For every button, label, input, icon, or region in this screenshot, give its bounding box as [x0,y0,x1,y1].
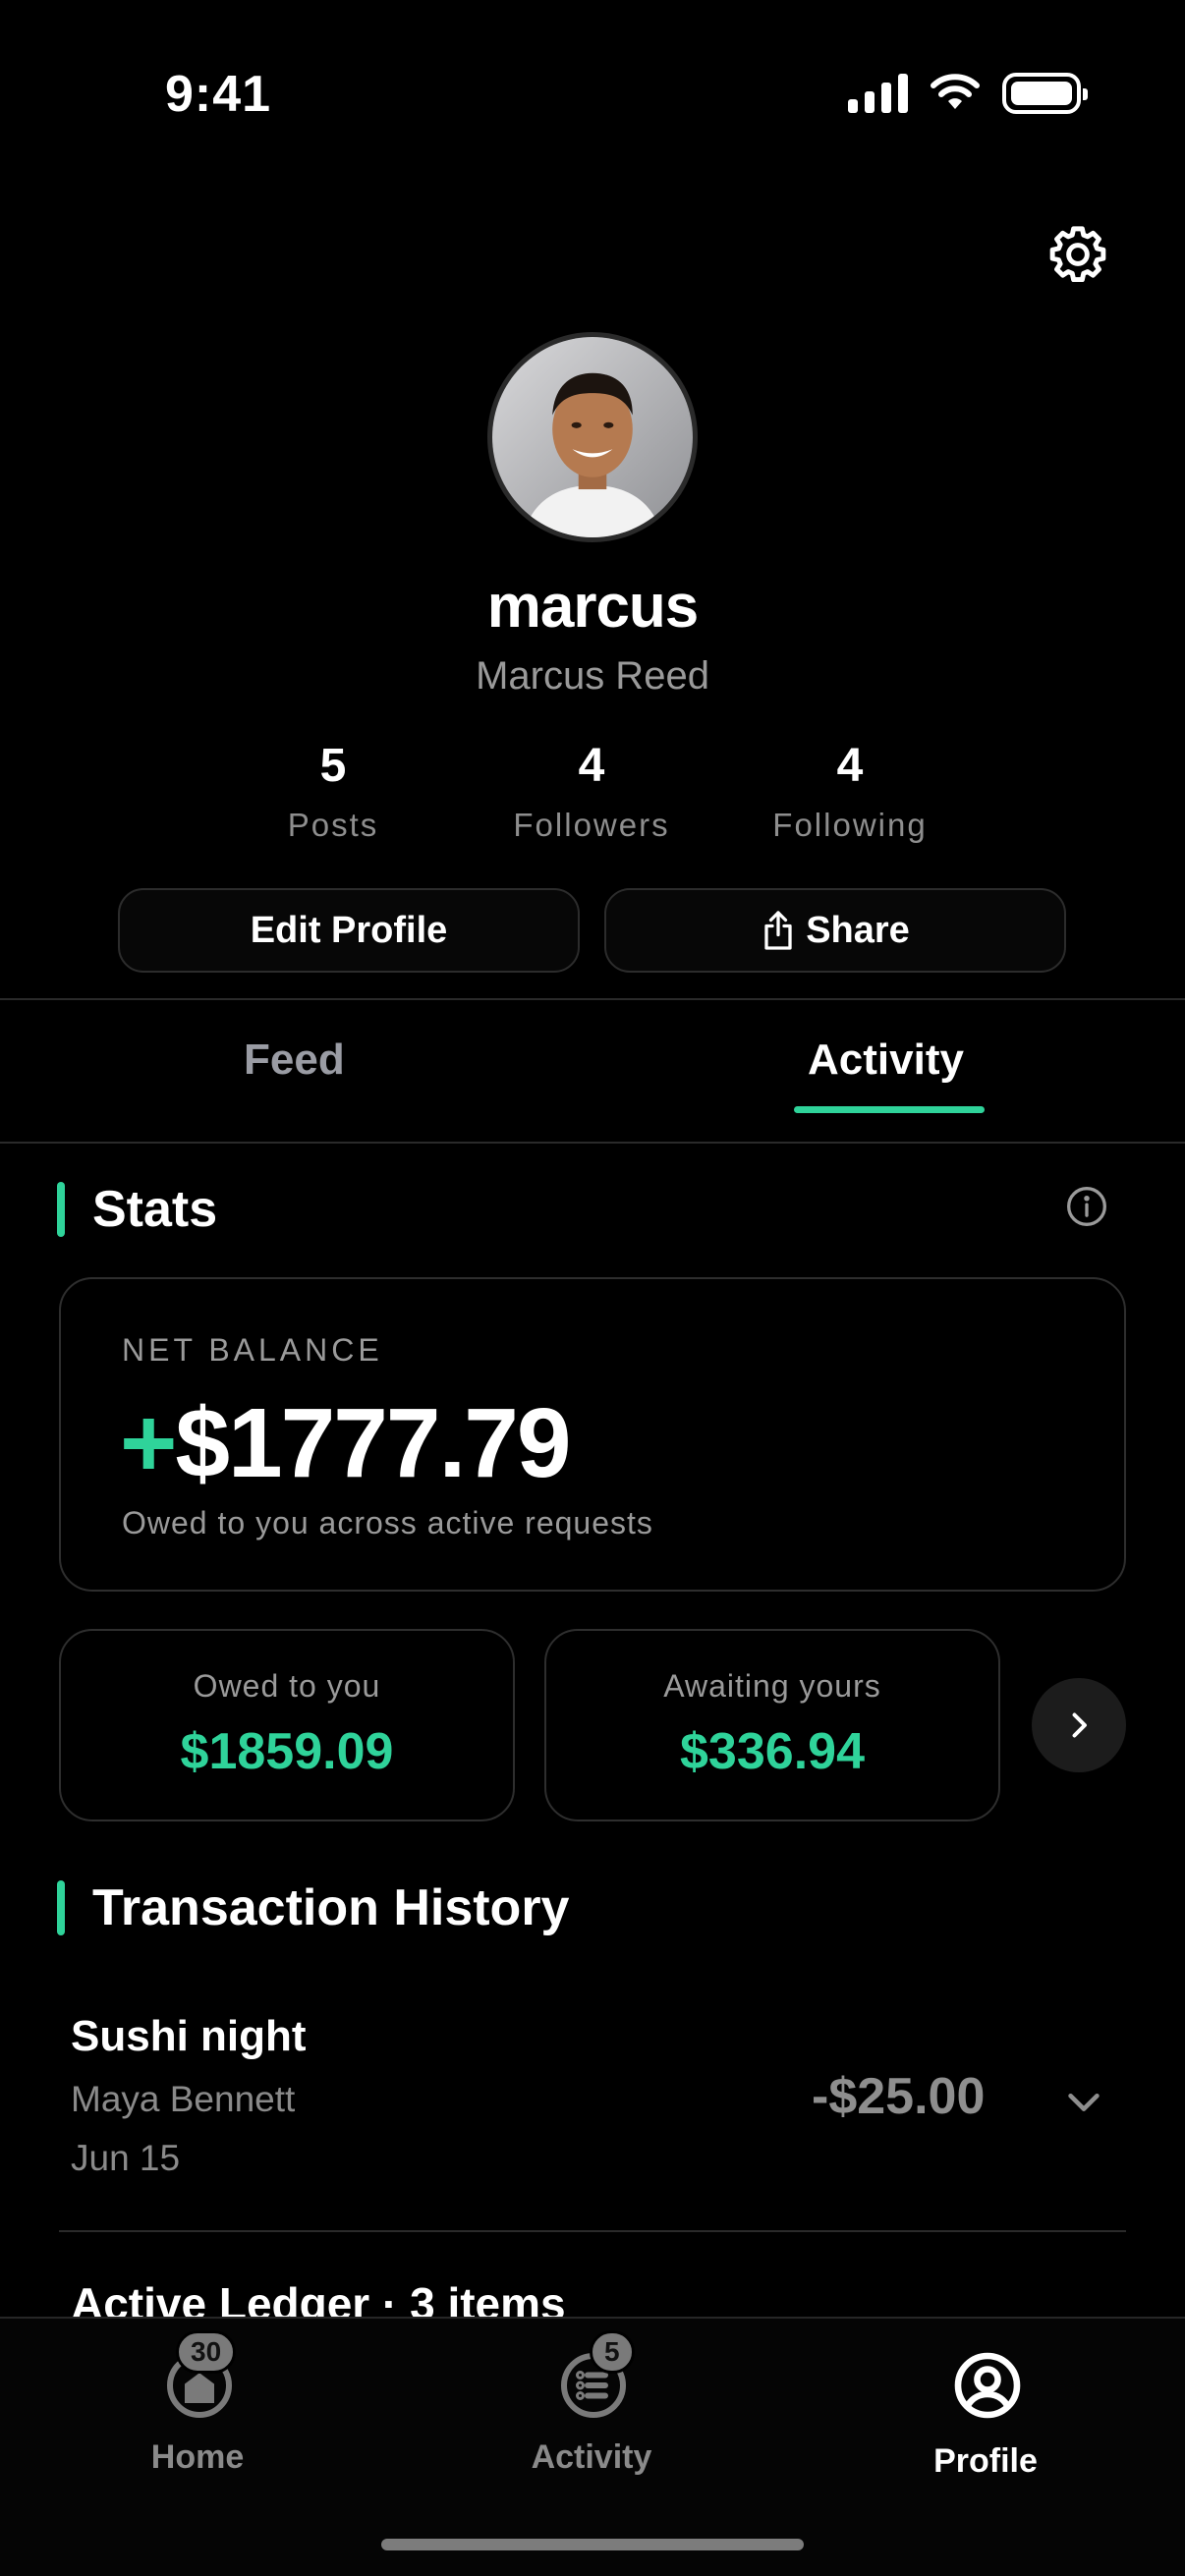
tabbar-home[interactable]: 30 Home [50,2319,345,2515]
tab-activity[interactable]: Activity [808,1036,964,1085]
profile-full-name: Marcus Reed [476,654,709,698]
tabbar-activity[interactable]: 5 Activity [444,2319,739,2515]
profile-icon [954,2352,1021,2419]
stat-followers-label: Followers [513,807,670,843]
stats-title: Stats [92,1181,218,1238]
battery-icon [1002,73,1088,114]
settings-gear-icon[interactable] [1045,222,1110,287]
net-balance-value: $1777.79 [175,1388,571,1498]
share-button[interactable]: Share [604,888,1066,973]
stat-posts-value: 5 [319,740,347,792]
section-accent-bar [57,1182,65,1237]
net-balance-amount: +$1777.79 [120,1387,572,1500]
share-label: Share [806,909,910,951]
stat-following-label: Following [772,807,928,843]
avatar[interactable] [487,332,698,542]
awaiting-yours-card[interactable]: Awaiting yours $336.94 [544,1629,1000,1821]
transaction-person: Maya Bennett [71,2079,296,2119]
stat-followers-value: 4 [578,740,605,792]
stat-following-value: 4 [836,740,864,792]
share-icon [764,911,792,950]
avatar-photo [492,337,693,537]
tabbar-profile-label: Profile [933,2442,1038,2480]
transaction-date: Jun 15 [71,2138,181,2178]
wifi-icon [931,74,980,109]
net-balance-label: NET BALANCE [122,1332,383,1368]
stat-posts-label: Posts [287,807,379,843]
owed-to-you-card[interactable]: Owed to you $1859.09 [59,1629,515,1821]
transaction-title: Sushi night [71,2012,307,2060]
net-balance-sign: + [120,1388,177,1498]
chevron-down-icon[interactable] [1061,2079,1106,2124]
divider-top [0,998,1185,1000]
tabbar-profile[interactable]: Profile [838,2319,1133,2515]
awaiting-yours-value: $336.94 [680,1723,865,1780]
history-title: Transaction History [92,1879,570,1936]
tabbar-home-label: Home [150,2438,245,2476]
transaction-amount: -$25.00 [812,2068,986,2125]
stats-section-header: Stats [57,1180,217,1239]
tab-feed[interactable]: Feed [244,1036,345,1085]
net-balance-subtitle: Owed to you across active requests [122,1505,653,1540]
owed-to-you-label: Owed to you [193,1668,381,1704]
status-bar: 9:41 [0,0,1185,196]
tabbar-activity-label: Activity [531,2438,652,2476]
home-badge: 30 [176,2330,237,2374]
stat-followers[interactable]: 4 Followers [474,739,709,844]
info-icon[interactable] [1065,1185,1108,1228]
status-icons [848,73,1088,114]
owed-to-you-value: $1859.09 [180,1723,394,1780]
active-tab-indicator [794,1106,985,1113]
stat-following[interactable]: 4 Following [732,739,968,844]
transaction-divider [59,2230,1126,2232]
home-indicator[interactable] [381,2539,804,2550]
chevron-right-icon [1072,1712,1087,1738]
profile-username: marcus [486,573,700,641]
divider-tabs [0,1142,1185,1144]
edit-profile-button[interactable]: Edit Profile [118,888,580,973]
history-section-header: Transaction History [57,1878,569,1937]
stat-posts[interactable]: 5 Posts [215,739,451,844]
profile-stats: 5 Posts 4 Followers 4 Following [0,739,1185,857]
activity-badge: 5 [590,2330,635,2374]
bottom-tab-bar: 30 Home 5 Activity Profile [0,2317,1185,2576]
next-cards-button[interactable] [1032,1678,1126,1772]
status-time: 9:41 [165,66,272,123]
edit-profile-label: Edit Profile [250,909,448,951]
awaiting-yours-label: Awaiting yours [663,1668,881,1704]
cellular-signal-icon [848,74,908,113]
net-balance-card: NET BALANCE +$1777.79 Owed to you across… [59,1277,1126,1592]
section-accent-bar [57,1880,65,1935]
